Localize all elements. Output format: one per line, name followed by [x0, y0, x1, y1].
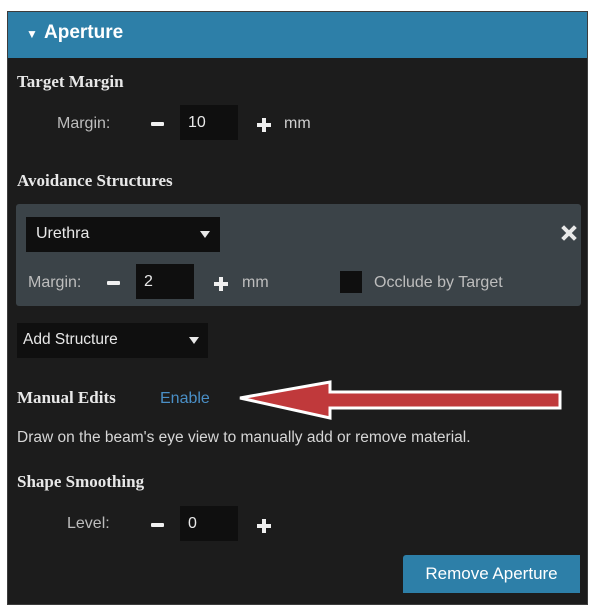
smoothing-level-decrement-button[interactable] — [151, 523, 164, 527]
triangle-down-icon[interactable]: ▼ — [26, 27, 38, 41]
structure-select[interactable]: Urethra — [26, 217, 220, 252]
target-margin-heading: Target Margin — [17, 72, 124, 91]
target-margin-decrement-button[interactable] — [151, 122, 164, 126]
structure-select-value: Urethra — [36, 225, 90, 242]
target-margin-increment-button[interactable] — [257, 118, 271, 132]
add-structure-label: Add Structure — [23, 331, 118, 348]
target-margin-input[interactable]: 10 — [180, 105, 238, 140]
structure-margin-input[interactable]: 2 — [136, 264, 194, 299]
chevron-down-icon — [189, 337, 199, 344]
smoothing-level-label: Level: — [67, 515, 110, 532]
structure-margin-unit: mm — [242, 274, 269, 291]
structure-margin-label: Margin: — [28, 274, 82, 291]
structure-margin-decrement-button[interactable] — [107, 281, 120, 285]
aperture-panel: ▼ Aperture Target Margin Margin: 10 mm A… — [7, 11, 588, 605]
chevron-down-icon — [200, 231, 210, 238]
annotation-arrow-icon — [239, 380, 562, 420]
panel-header[interactable]: ▼ Aperture — [8, 12, 587, 58]
occlude-by-target-checkbox[interactable] — [340, 271, 362, 293]
smoothing-level-increment-button[interactable] — [257, 519, 271, 533]
manual-edits-description: Draw on the beam's eye view to manually … — [17, 429, 471, 446]
panel-title: Aperture — [44, 22, 124, 43]
close-icon[interactable] — [561, 225, 577, 241]
occlude-by-target-label: Occlude by Target — [374, 274, 503, 291]
enable-link[interactable]: Enable — [160, 390, 210, 408]
remove-aperture-button[interactable]: Remove Aperture — [403, 555, 580, 593]
avoidance-structure-item: Urethra Margin: 2 mm Occlude by Target — [16, 204, 581, 306]
shape-smoothing-heading: Shape Smoothing — [17, 472, 145, 491]
manual-edits-heading: Manual Edits — [17, 388, 116, 407]
avoidance-structures-heading: Avoidance Structures — [17, 171, 173, 190]
structure-margin-increment-button[interactable] — [214, 277, 228, 291]
smoothing-level-input[interactable]: 0 — [180, 506, 238, 541]
add-structure-select[interactable]: Add Structure — [17, 323, 208, 358]
target-margin-label: Margin: — [57, 115, 111, 132]
target-margin-unit: mm — [284, 115, 311, 132]
